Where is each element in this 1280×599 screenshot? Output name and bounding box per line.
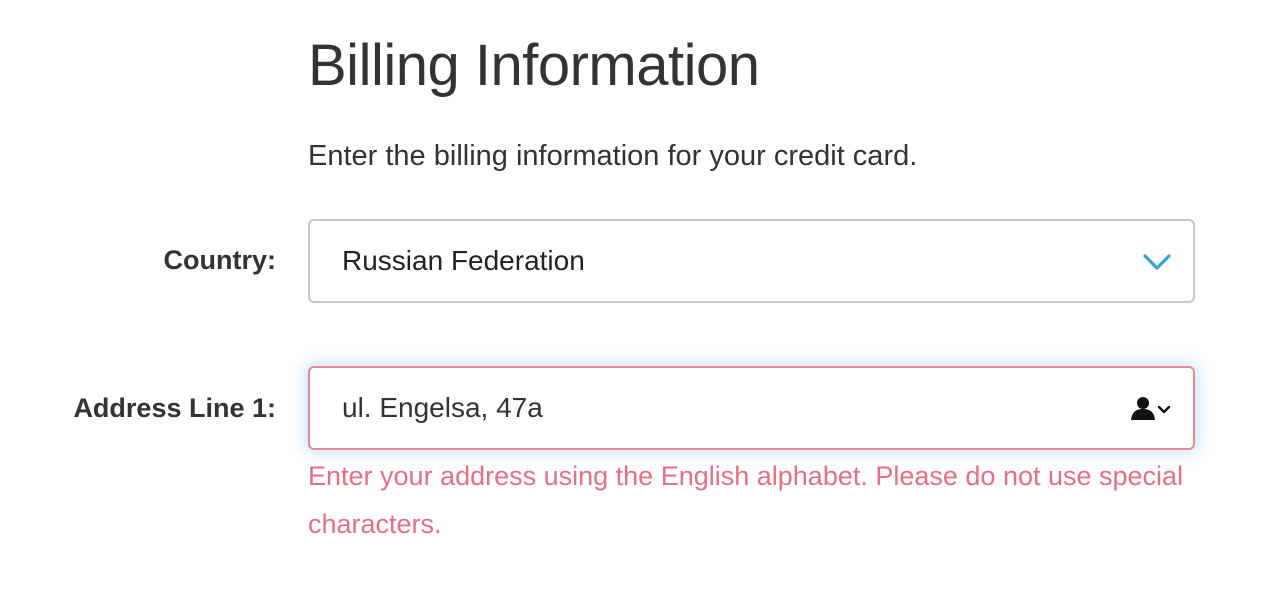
page-subtitle: Enter the billing information for your c… xyxy=(308,140,918,172)
country-select[interactable]: Russian Federation xyxy=(308,219,1195,303)
country-select-value: Russian Federation xyxy=(342,245,585,276)
page-title: Billing Information xyxy=(308,33,760,98)
contact-card-icon[interactable] xyxy=(1129,394,1171,424)
chevron-down-icon xyxy=(1143,254,1171,270)
address-line-1-field[interactable]: ul. Engelsa, 47a xyxy=(308,366,1195,450)
address-error-message: Enter your address using the English alp… xyxy=(308,461,1184,539)
address-line-1-label: Address Line 1: xyxy=(73,393,276,423)
address-line-1-value: ul. Engelsa, 47a xyxy=(342,392,543,423)
country-label: Country: xyxy=(163,245,276,275)
